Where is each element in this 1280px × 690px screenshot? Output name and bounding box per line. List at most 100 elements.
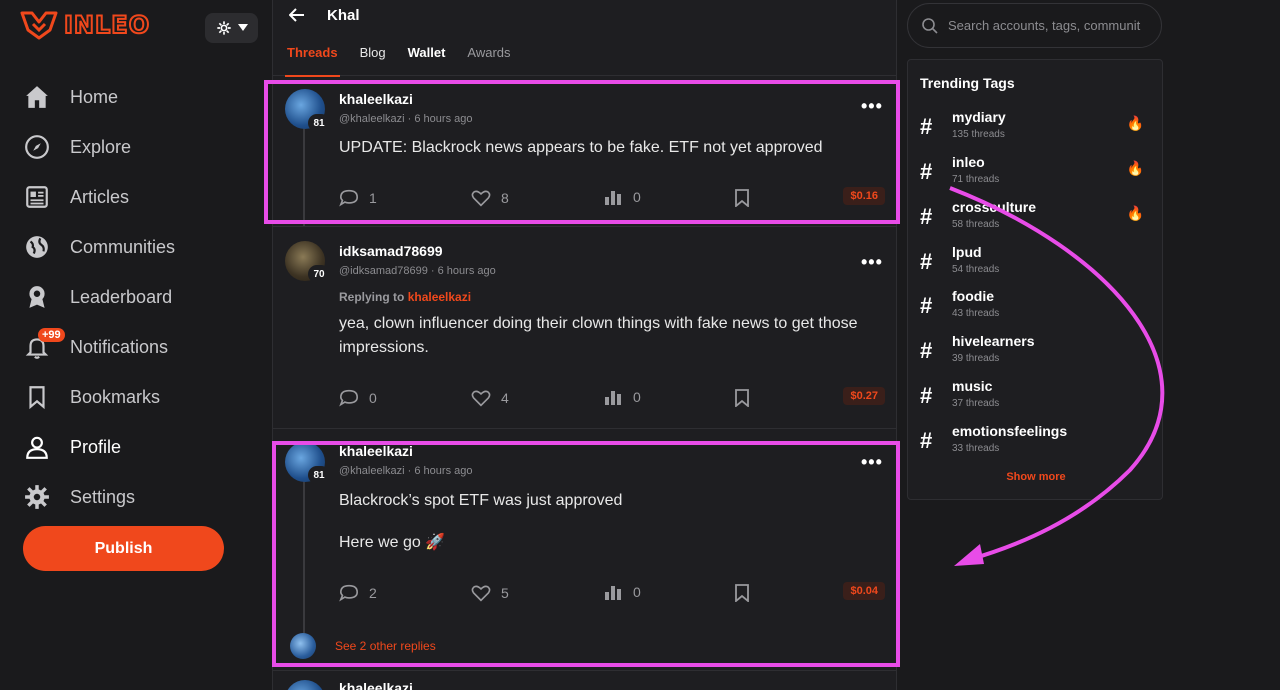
- nav-label: Profile: [70, 436, 122, 457]
- thread-line: [303, 126, 305, 226]
- settings-dropdown-button[interactable]: [205, 13, 258, 43]
- home-icon: [24, 84, 50, 110]
- stats-icon: [605, 191, 621, 205]
- nav-notifications[interactable]: +99 Notifications: [24, 322, 175, 372]
- post-actions: 1 8 0 $0.16: [339, 187, 885, 209]
- thread-post[interactable]: 81 khaleelkazi @khaleelkazi · 6 hours ag…: [273, 76, 897, 226]
- main-feed: Khal Threads Blog Wallet Awards 81 khale…: [272, 0, 897, 690]
- tag-count: 135 threads: [952, 129, 1005, 140]
- username[interactable]: idksamad78699: [339, 243, 443, 259]
- trending-title: Trending Tags: [920, 75, 1015, 91]
- divider: [273, 428, 897, 429]
- post-content: Here we go 🚀: [339, 534, 446, 551]
- bell-icon: +99: [24, 328, 65, 360]
- replying-to: Replying to khaleelkazi: [339, 290, 472, 304]
- comment-icon: [339, 584, 359, 602]
- payout-badge[interactable]: $0.27: [843, 387, 885, 405]
- nav-profile[interactable]: Profile: [24, 422, 175, 472]
- user-handle[interactable]: @idksamad78699: [339, 265, 428, 277]
- gear-icon: [216, 21, 231, 35]
- like-button[interactable]: 5: [471, 584, 509, 602]
- heart-icon: [471, 390, 491, 407]
- comment-icon: [339, 189, 359, 207]
- payout-badge[interactable]: $0.16: [843, 187, 885, 205]
- tab-awards[interactable]: Awards: [467, 30, 510, 76]
- user-handle[interactable]: @khaleelkazi: [339, 465, 405, 477]
- inleo-logo[interactable]: INLEO: [20, 10, 150, 40]
- tab-wallet[interactable]: Wallet: [408, 30, 446, 76]
- post-time: 6 hours ago: [437, 265, 496, 277]
- comment-icon: [339, 389, 359, 407]
- bookmark-button[interactable]: [735, 584, 749, 602]
- articles-icon: [24, 184, 50, 210]
- gear-icon: [24, 484, 50, 510]
- bookmark-button[interactable]: [735, 389, 749, 407]
- trending-tag[interactable]: # mydiary 135 threads 🔥: [920, 109, 1148, 149]
- award-icon: [24, 284, 50, 310]
- bookmark-button[interactable]: [735, 189, 749, 207]
- stats-icon: [605, 391, 621, 405]
- like-button[interactable]: 8: [471, 189, 509, 207]
- nav-label: Bookmarks: [70, 386, 161, 407]
- tab-threads[interactable]: Threads: [285, 30, 340, 77]
- comment-button[interactable]: 0: [339, 389, 377, 407]
- nav-label: Home: [70, 86, 119, 107]
- thread-post[interactable]: 81 khaleelkazi @khaleelkazi · 6 hours ag…: [273, 430, 897, 670]
- bookmark-icon: [735, 389, 749, 407]
- tag-name: inleo: [952, 154, 985, 170]
- thread-post[interactable]: khaleelkazi: [273, 672, 897, 690]
- left-sidebar: INLEO Home Explore Articles Communities …: [0, 0, 272, 690]
- caret-down-icon: [237, 24, 248, 31]
- views-stat: 0: [605, 584, 641, 600]
- tab-blog[interactable]: Blog: [360, 30, 386, 76]
- heart-icon: [471, 190, 491, 207]
- see-other-replies-link[interactable]: See 2 other replies: [335, 639, 436, 653]
- nav-communities[interactable]: Communities: [24, 222, 175, 272]
- nav-leaderboard[interactable]: Leaderboard: [24, 272, 175, 322]
- post-actions: 2 5 0 $0.04: [339, 582, 885, 604]
- replying-to-user[interactable]: khaleelkazi: [408, 290, 471, 304]
- payout-badge[interactable]: $0.04: [843, 582, 885, 600]
- nav-home[interactable]: Home: [24, 72, 175, 122]
- username[interactable]: khaleelkazi: [339, 91, 413, 107]
- search-icon: [922, 17, 938, 34]
- more-options-icon[interactable]: •••: [861, 252, 883, 273]
- more-options-icon[interactable]: •••: [861, 452, 883, 473]
- views-stat: 0: [605, 389, 641, 405]
- back-arrow-icon[interactable]: [289, 8, 305, 22]
- post-time: 6 hours ago: [414, 113, 473, 125]
- nav-label: Leaderboard: [70, 286, 173, 307]
- more-options-icon[interactable]: •••: [861, 96, 883, 117]
- comment-button[interactable]: 2: [339, 584, 377, 602]
- profile-tabs: Threads Blog Wallet Awards: [273, 30, 896, 77]
- brand-name: INLEO: [63, 10, 151, 40]
- post-content: Blackrock’s spot ETF was just approved: [339, 492, 623, 509]
- nav-label: Settings: [70, 486, 136, 507]
- publish-button[interactable]: Publish: [23, 526, 224, 571]
- stats-icon: [605, 586, 621, 600]
- nav-bookmarks[interactable]: Bookmarks: [24, 372, 175, 422]
- search-bar[interactable]: [907, 3, 1162, 48]
- nav-explore[interactable]: Explore: [24, 122, 175, 172]
- search-input[interactable]: [948, 18, 1148, 33]
- username[interactable]: khaleelkazi: [339, 680, 413, 690]
- lion-logo-icon: [20, 11, 58, 40]
- thread-post[interactable]: 70 idksamad78699 @idksamad78699 · 6 hour…: [273, 228, 897, 428]
- notification-badge: +99: [38, 328, 65, 342]
- views-stat: 0: [605, 189, 641, 205]
- username[interactable]: khaleelkazi: [339, 443, 413, 459]
- divider: [273, 670, 897, 671]
- post-content: yea, clown influencer doing their clown …: [339, 315, 858, 356]
- fire-icon: 🔥: [1126, 160, 1144, 176]
- comment-button[interactable]: 1: [339, 189, 377, 207]
- nav-settings[interactable]: Settings: [24, 472, 175, 522]
- nav-articles[interactable]: Articles: [24, 172, 175, 222]
- nav-label: Articles: [70, 186, 130, 207]
- like-button[interactable]: 4: [471, 389, 509, 407]
- annotation-arrow: [949, 186, 1165, 566]
- nav-label: Notifications: [70, 336, 169, 357]
- main-nav: Home Explore Articles Communities Leader…: [24, 72, 175, 522]
- user-handle[interactable]: @khaleelkazi: [339, 113, 405, 125]
- user-icon: [24, 434, 50, 460]
- avatar[interactable]: [285, 680, 325, 690]
